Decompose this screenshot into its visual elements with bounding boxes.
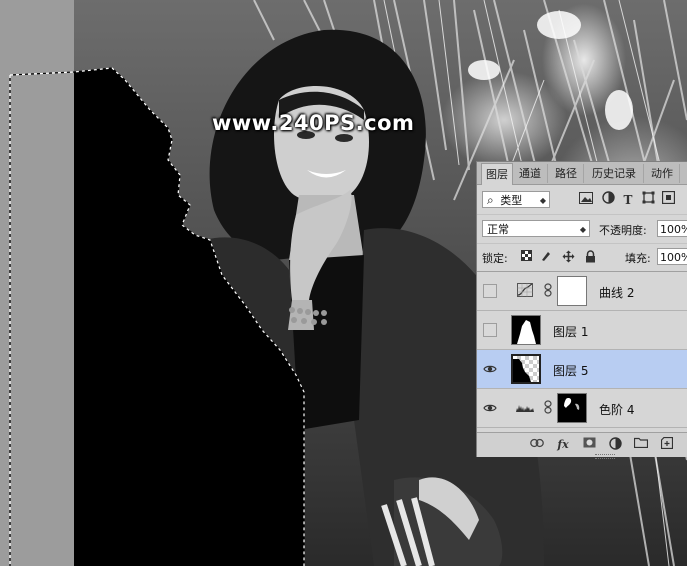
layer-row-curves-2[interactable]: 曲线 2: [477, 272, 687, 311]
add-mask-icon[interactable]: [581, 437, 597, 453]
smart-object-filter-icon[interactable]: [659, 190, 677, 209]
layer-name: 图层 5: [553, 364, 589, 378]
layer-row-levels-4[interactable]: 色阶 4: [477, 389, 687, 428]
tab-channels[interactable]: 通道: [513, 164, 548, 183]
levels-adjustment-icon: [515, 400, 535, 416]
fill-input[interactable]: 100%: [657, 248, 687, 265]
layer-thumbnail[interactable]: [511, 315, 541, 345]
new-group-icon[interactable]: [633, 437, 649, 453]
tab-layers[interactable]: 图层: [481, 163, 513, 185]
tab-history[interactable]: 历史记录: [585, 164, 644, 183]
new-layer-icon[interactable]: [659, 436, 675, 453]
watermark-text: www.240PS.com: [212, 111, 415, 135]
layer-mask-thumbnail[interactable]: [557, 393, 587, 423]
eye-icon[interactable]: [483, 362, 497, 376]
mask-link-icon[interactable]: [543, 400, 553, 416]
visibility-toggle-off[interactable]: [483, 284, 497, 298]
image-filter-icon[interactable]: [577, 191, 595, 209]
eye-icon[interactable]: [483, 401, 497, 415]
lock-row: 锁定: 填充: 100%: [477, 243, 687, 271]
opacity-input[interactable]: 100%: [657, 220, 687, 237]
type-filter-icon[interactable]: T: [619, 191, 637, 209]
tab-paths[interactable]: 路径: [549, 164, 584, 183]
layers-panel: 图层 通道 路径 历史记录 动作 ⌕ 类型 ◆ T 正常 ◆ 不透明度: 100: [476, 161, 687, 459]
filter-type-value: 类型: [500, 194, 523, 207]
search-icon: ⌕: [487, 193, 494, 207]
layer-name: 图层 1: [553, 325, 589, 339]
visibility-toggle-off[interactable]: [483, 323, 497, 337]
lock-label: 锁定:: [482, 252, 508, 265]
curves-adjustment-icon: [515, 283, 535, 299]
blend-mode-select[interactable]: 正常 ◆: [482, 220, 590, 237]
filter-type-select[interactable]: ⌕ 类型 ◆: [482, 191, 550, 208]
shape-filter-icon[interactable]: [639, 191, 657, 209]
link-layers-icon[interactable]: [529, 437, 545, 453]
adjustment-filter-icon[interactable]: [599, 191, 617, 209]
fx-icon[interactable]: fx: [555, 437, 571, 453]
layers-list: 曲线 2 图层 1 图层 5 色阶 4: [477, 271, 687, 432]
layer-thumbnail[interactable]: [511, 354, 541, 384]
chevron-down-icon: ◆: [539, 196, 546, 205]
layer-filter-row: ⌕ 类型 ◆ T: [477, 186, 687, 214]
panel-tab-bar: 图层 通道 路径 历史记录 动作: [477, 162, 687, 185]
tab-actions[interactable]: 动作: [645, 164, 680, 183]
new-adjustment-icon[interactable]: [607, 437, 623, 453]
mask-link-icon[interactable]: [543, 283, 553, 299]
opacity-label: 不透明度:: [599, 224, 647, 237]
chevron-down-icon: ◆: [579, 225, 586, 234]
blend-mode-value: 正常: [487, 223, 509, 236]
layer-name: 曲线 2: [599, 286, 635, 300]
layer-row-layer-1[interactable]: 图层 1: [477, 311, 687, 350]
panel-resize-grip[interactable]: [595, 454, 615, 459]
lock-transparency-icon[interactable]: [519, 250, 533, 264]
layer-name: 色阶 4: [599, 403, 635, 417]
lock-position-icon[interactable]: [561, 250, 575, 264]
panel-bottom-toolbar: fx: [477, 432, 687, 457]
fill-label: 填充:: [625, 252, 651, 265]
layer-mask-thumbnail[interactable]: [557, 276, 587, 306]
blend-mode-row: 正常 ◆ 不透明度: 100%: [477, 214, 687, 243]
lock-all-icon[interactable]: [583, 250, 597, 264]
layer-row-layer-5[interactable]: 图层 5: [477, 350, 687, 389]
lock-pixels-icon[interactable]: [539, 250, 553, 264]
